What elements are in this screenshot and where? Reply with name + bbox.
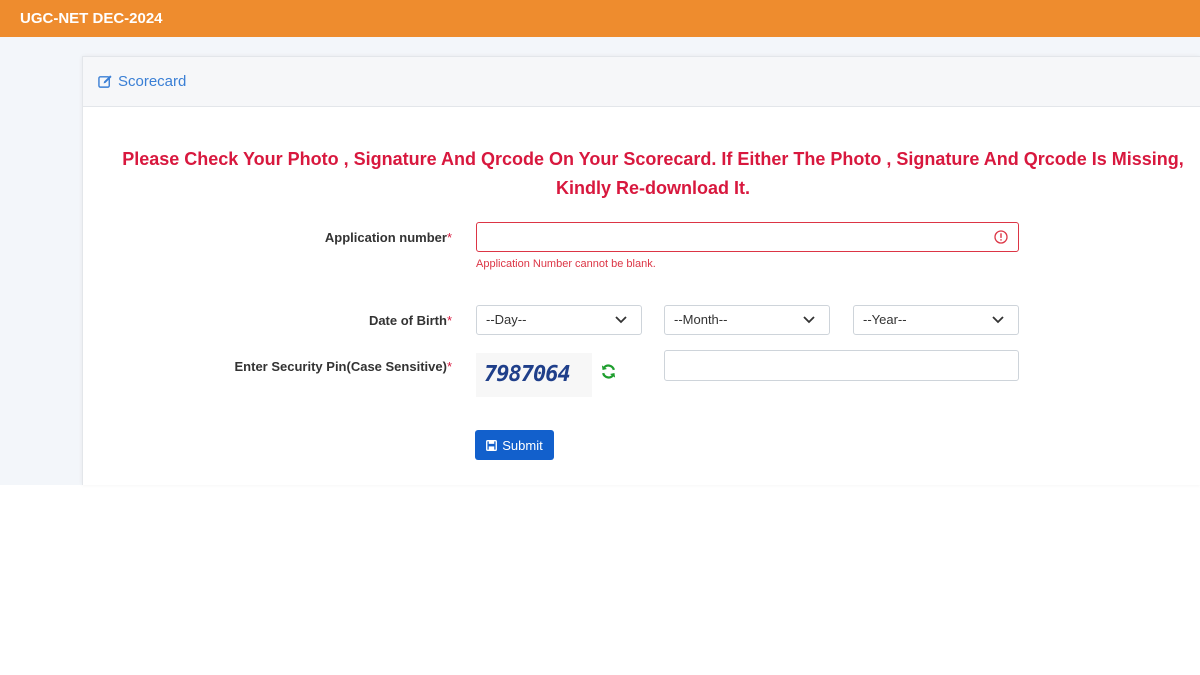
- app-title: UGC-NET DEC-2024: [20, 10, 163, 27]
- application-number-input[interactable]: [476, 222, 1019, 252]
- app-header: UGC-NET DEC-2024: [0, 0, 1200, 37]
- application-number-label: Application number*: [324, 230, 452, 245]
- notice-line-2: Kindly Re-download It.: [556, 178, 750, 198]
- chevron-down-icon: [803, 316, 815, 324]
- scorecard-panel: Scorecard Please Check Your Photo , Sign…: [82, 56, 1200, 485]
- captcha-text: 7987064: [484, 362, 571, 387]
- submit-label: Submit: [502, 437, 543, 453]
- dob-month-select[interactable]: --Month--: [664, 305, 830, 335]
- chevron-down-icon: [615, 316, 627, 324]
- submit-button[interactable]: Submit: [475, 430, 554, 460]
- panel-header: Scorecard: [83, 57, 1200, 107]
- required-mark: *: [446, 313, 452, 328]
- dob-year-select[interactable]: --Year--: [853, 305, 1019, 335]
- security-pin-input[interactable]: [664, 350, 1019, 381]
- dob-label: Date of Birth*: [368, 313, 452, 328]
- notice-message: Please Check Your Photo , Signature And …: [83, 145, 1200, 203]
- required-mark: *: [446, 359, 452, 374]
- error-icon: [994, 230, 1008, 244]
- captcha-image: 7987064: [476, 353, 592, 397]
- application-number-error: Application Number cannot be blank.: [476, 258, 656, 270]
- edit-icon: [98, 75, 112, 88]
- chevron-down-icon: [992, 316, 1004, 324]
- notice-line-1: Please Check Your Photo , Signature And …: [122, 149, 1184, 169]
- refresh-icon[interactable]: [600, 363, 617, 380]
- required-mark: *: [446, 230, 452, 245]
- save-icon: [486, 439, 498, 451]
- security-pin-label: Enter Security Pin(Case Sensitive)*: [234, 359, 452, 374]
- dob-day-select[interactable]: --Day--: [476, 305, 642, 335]
- panel-title: Scorecard: [118, 73, 187, 90]
